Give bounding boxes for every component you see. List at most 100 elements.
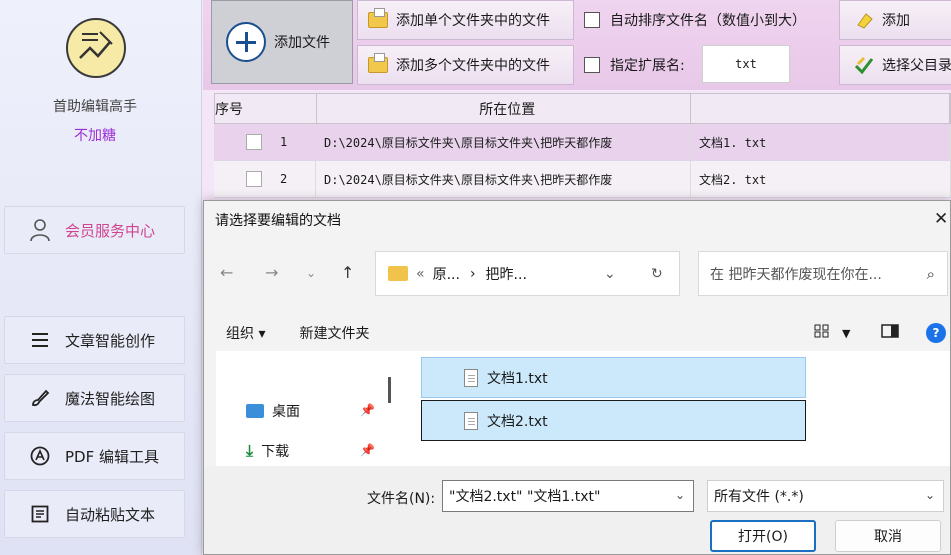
search-input[interactable]: 在 把昨天都作废现在你在... ⌕ <box>698 251 948 296</box>
forward-arrow-icon[interactable]: → <box>265 263 278 282</box>
header-name <box>691 94 950 123</box>
nav-item-desktop[interactable]: 桌面 <box>246 401 300 421</box>
clipboard-icon <box>27 505 53 523</box>
sidebar-item-drawing[interactable]: 魔法智能绘图 <box>4 374 185 422</box>
search-placeholder: 在 把昨天都作废现在你在... <box>710 266 882 283</box>
app-logo <box>66 18 126 78</box>
desktop-icon <box>246 404 264 418</box>
specify-ext-checkbox[interactable] <box>584 57 600 73</box>
app-name: 首助编辑高手 <box>53 99 137 115</box>
chevron-down-icon[interactable]: ⌄ <box>604 266 616 282</box>
pdf-icon <box>27 446 53 466</box>
user-icon <box>27 218 53 242</box>
file-table: 序号 所在位置 1 D:\2024\原目标文件夹\原目标文件夹\把昨天都作废 文… <box>214 93 951 198</box>
dialog-footer: 文件名(N): "文档2.txt" "文档1.txt" ⌄ 所有文件 (*.*)… <box>204 466 950 554</box>
sidebar-item-paste[interactable]: 自动粘贴文本 <box>4 490 185 538</box>
chevron-down-icon[interactable]: ⌄ <box>925 488 935 502</box>
plus-icon <box>226 22 266 62</box>
view-grid-icon[interactable] <box>814 324 830 342</box>
row-index-cell: 2 <box>214 161 316 197</box>
sidebar-item-article[interactable]: 文章智能创作 <box>4 316 185 364</box>
download-icon: ⤓ <box>246 441 254 460</box>
header-index: 序号 <box>215 94 317 123</box>
preview-pane-icon[interactable] <box>881 324 899 342</box>
row-checkbox[interactable] <box>246 171 262 187</box>
sidebar-item-label: 自动粘贴文本 <box>65 505 156 524</box>
row-name: 文档1. txt <box>691 124 951 160</box>
auto-sort-checkbox-row[interactable]: 自动排序文件名（数值小到大） <box>576 0 836 40</box>
folder-icon <box>388 266 408 281</box>
filename-input[interactable]: "文档2.txt" "文档1.txt" ⌄ <box>442 480 694 512</box>
file-item[interactable]: 文档1.txt <box>421 357 806 398</box>
add-right-button[interactable]: 添加 <box>839 0 951 40</box>
select-parent-button[interactable]: 选择父目录 <box>839 45 951 85</box>
row-path: D:\2024\原目标文件夹\原目标文件夹\把昨天都作废 <box>316 161 691 197</box>
pane-splitter[interactable] <box>388 377 391 403</box>
add-single-folder-label: 添加单个文件夹中的文件 <box>396 13 550 29</box>
new-folder-button[interactable]: 新建文件夹 <box>299 323 369 343</box>
breadcrumb-segment[interactable]: 原... <box>433 264 460 284</box>
row-name: 文档2. txt <box>691 161 951 197</box>
add-single-folder-button[interactable]: 添加单个文件夹中的文件 <box>357 0 574 40</box>
nav-item-label: 桌面 <box>272 404 300 420</box>
pin-icon[interactable]: 📌 <box>360 403 375 417</box>
brush-icon <box>27 388 53 408</box>
row-index: 2 <box>280 172 288 186</box>
table-row[interactable]: 1 D:\2024\原目标文件夹\原目标文件夹\把昨天都作废 文档1. txt <box>214 124 951 161</box>
open-button[interactable]: 打开(O) <box>710 520 816 552</box>
filename-value: "文档2.txt" "文档1.txt" <box>449 489 601 505</box>
add-multi-folder-label: 添加多个文件夹中的文件 <box>396 58 550 74</box>
table-row[interactable]: 2 D:\2024\原目标文件夹\原目标文件夹\把昨天都作废 文档2. txt <box>214 161 951 198</box>
row-index: 1 <box>280 135 288 149</box>
select-parent-label: 选择父目录 <box>882 58 951 74</box>
file-name: 文档1.txt <box>487 370 548 387</box>
filetype-select[interactable]: 所有文件 (*.*) ⌄ <box>707 480 944 512</box>
toolbar: 添加文件 添加单个文件夹中的文件 添加多个文件夹中的文件 自动排序文件名（数值小… <box>203 0 951 90</box>
breadcrumb-segment[interactable]: 把昨... <box>486 264 527 284</box>
header-location: 所在位置 <box>317 94 691 123</box>
file-item[interactable]: 文档2.txt <box>421 400 806 441</box>
extension-input[interactable]: txt <box>702 45 790 83</box>
breadcrumb-overflow[interactable]: « <box>416 266 425 282</box>
breadcrumb-separator: › <box>469 265 476 282</box>
check-folder-icon <box>854 56 874 75</box>
sidebar-item-pdf[interactable]: PDF 编辑工具 <box>4 432 185 480</box>
cancel-button[interactable]: 取消 <box>835 520 941 552</box>
breadcrumb[interactable]: « 原... › 把昨... ⌄ ↻ <box>375 251 680 296</box>
member-center-button[interactable]: 会员服务中心 <box>4 206 185 254</box>
sidebar-item-label: 文章智能创作 <box>65 331 156 350</box>
sidebar-item-label: 魔法智能绘图 <box>65 389 156 408</box>
command-bar: 组织 ▾ 新建文件夹 ▼ ? <box>204 316 950 350</box>
chevron-down-icon[interactable]: ⌄ <box>675 488 685 502</box>
eraser-icon <box>854 11 874 29</box>
chevron-down-icon[interactable]: ▼ <box>842 327 850 340</box>
add-file-label: 添加文件 <box>274 35 330 51</box>
help-icon[interactable]: ? <box>926 323 946 343</box>
filetype-value: 所有文件 (*.*) <box>714 489 804 505</box>
up-arrow-icon[interactable]: ↑ <box>341 263 354 282</box>
add-multi-folder-button[interactable]: 添加多个文件夹中的文件 <box>357 45 574 85</box>
nav-item-download[interactable]: ⤓ 下载 <box>246 441 289 461</box>
add-right-label: 添加 <box>882 13 910 29</box>
file-name: 文档2.txt <box>487 413 548 430</box>
folder-icon <box>368 53 388 73</box>
sidebar-item-label: PDF 编辑工具 <box>65 447 159 466</box>
specify-ext-checkbox-row[interactable]: 指定扩展名: <box>576 45 701 85</box>
dialog-title: 请选择要编辑的文档 <box>215 213 341 229</box>
back-arrow-icon[interactable]: ← <box>220 263 233 282</box>
app-subtitle: 不加糖 <box>74 128 116 144</box>
close-icon[interactable]: ✕ <box>934 209 948 229</box>
nav-item-label: 下载 <box>261 444 290 460</box>
text-file-icon <box>464 411 478 430</box>
refresh-icon[interactable]: ↻ <box>651 266 663 282</box>
filename-label: 文件名(N): <box>367 491 436 507</box>
text-file-icon <box>464 368 478 387</box>
organize-button[interactable]: 组织 ▾ <box>226 323 265 343</box>
specify-ext-label: 指定扩展名: <box>610 58 685 74</box>
file-open-dialog: 请选择要编辑的文档 ✕ ← → ⌄ ↑ « 原... › 把昨... ⌄ ↻ 在… <box>203 200 951 555</box>
pin-icon[interactable]: 📌 <box>360 443 375 457</box>
add-file-button[interactable]: 添加文件 <box>211 0 353 84</box>
row-checkbox[interactable] <box>246 134 262 150</box>
chevron-down-icon[interactable]: ⌄ <box>306 266 316 280</box>
auto-sort-checkbox[interactable] <box>584 12 600 28</box>
